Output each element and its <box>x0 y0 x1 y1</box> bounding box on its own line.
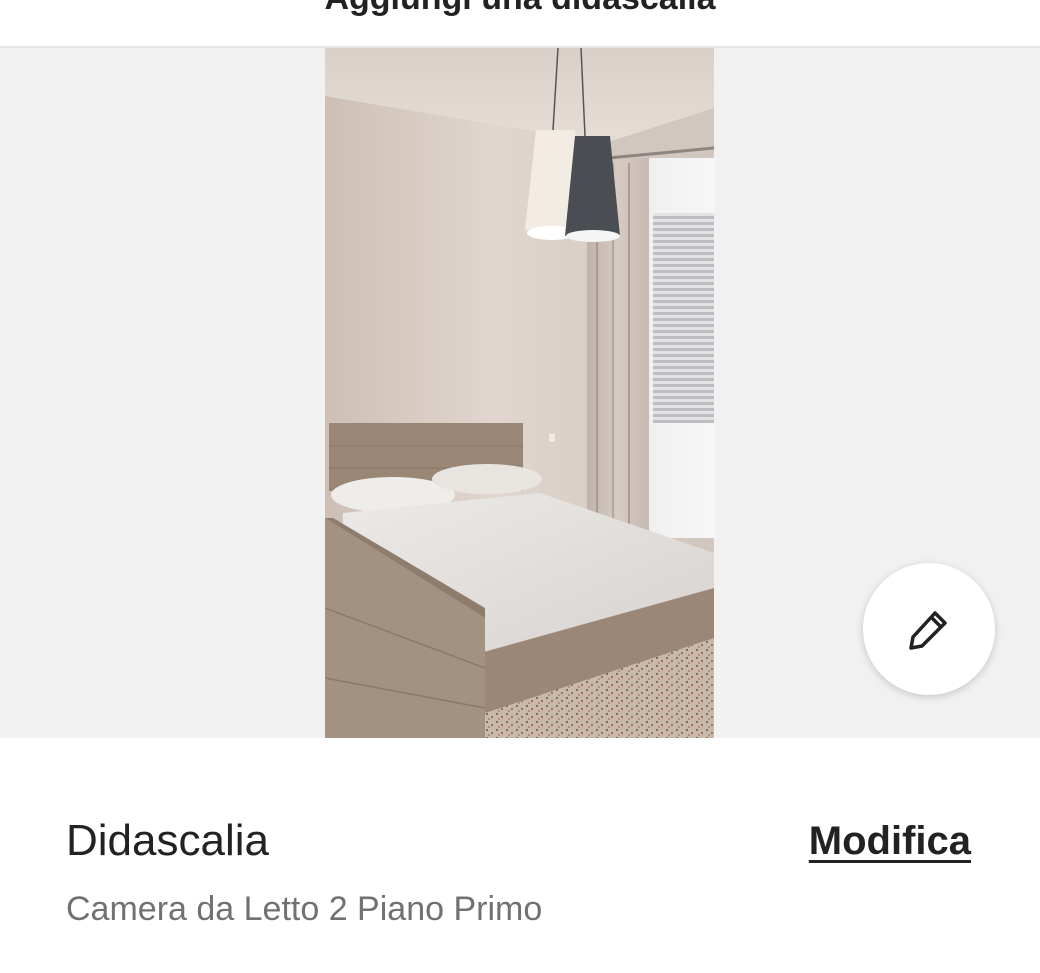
photo-area <box>0 48 1040 738</box>
caption-label: Didascalia <box>66 816 269 865</box>
pencil-icon <box>909 611 947 650</box>
edit-caption-link[interactable]: Modifica <box>809 816 971 866</box>
bedroom-photo <box>325 48 714 738</box>
caption-section: Didascalia Modifica Camera da Letto 2 Pi… <box>0 738 1040 973</box>
page-title: Aggiungi una didascalia <box>0 0 1040 18</box>
caption-value: Camera da Letto 2 Piano Primo <box>66 890 543 928</box>
top-header: Aggiungi una didascalia <box>0 0 1040 48</box>
photo-caption-screen: Aggiungi una didascalia <box>0 0 1040 973</box>
edit-photo-button[interactable] <box>863 563 995 695</box>
